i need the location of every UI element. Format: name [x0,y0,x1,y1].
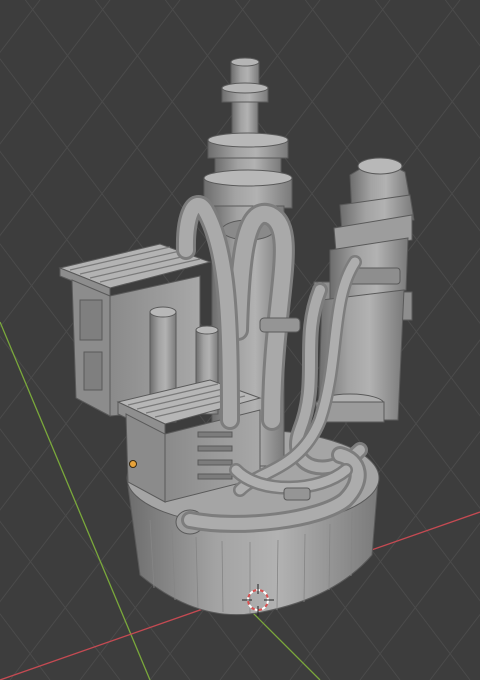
3d-viewport[interactable] [0,0,480,680]
object-origin-dot [129,460,137,468]
viewport-canvas[interactable] [0,0,480,680]
3d-model[interactable] [58,57,415,616]
grid-line [470,0,480,680]
grid-line [444,0,480,47]
grid-line [0,0,41,54]
